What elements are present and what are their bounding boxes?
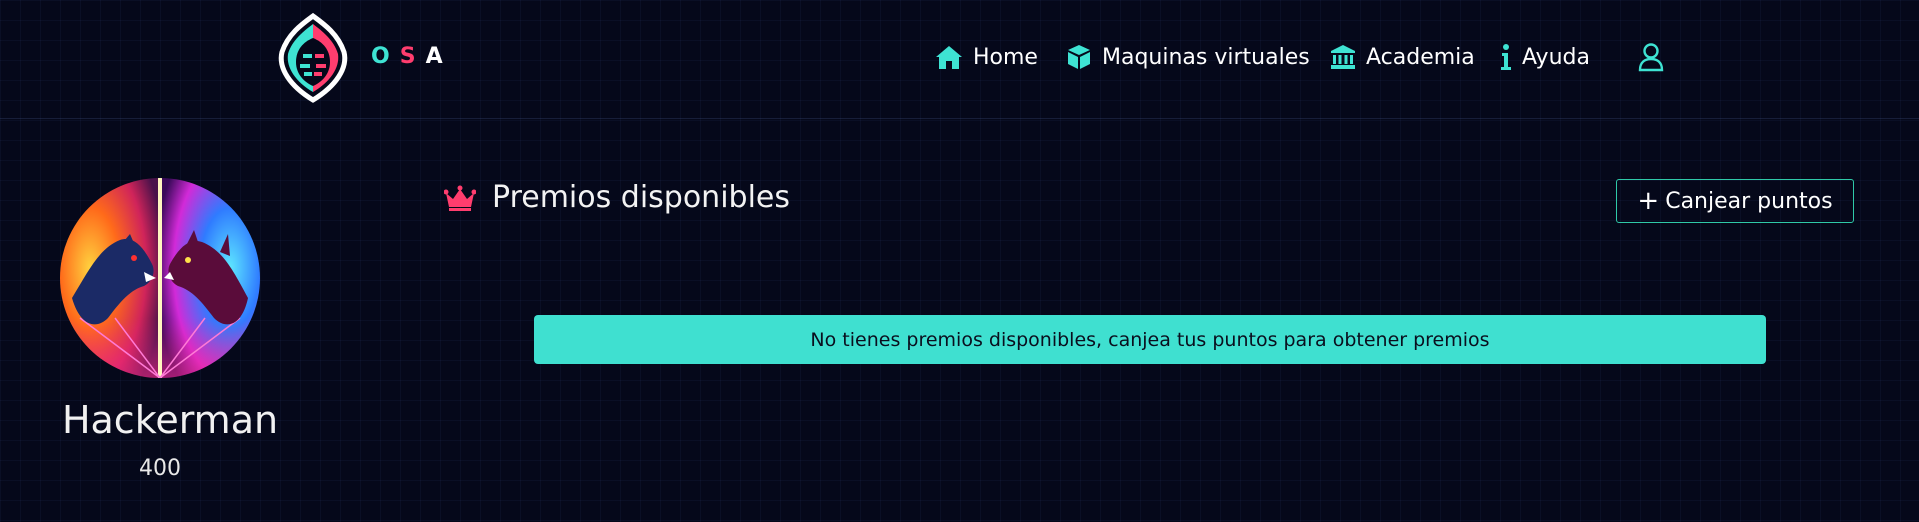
- avatar[interactable]: [60, 178, 260, 378]
- empty-rewards-alert: No tienes premios disponibles, canjea tu…: [534, 315, 1766, 364]
- plus-icon: +: [1637, 186, 1660, 216]
- profile-points: 400: [139, 456, 181, 481]
- rewards-section-title: Premios disponibles: [444, 180, 790, 215]
- empty-rewards-message: No tienes premios disponibles, canjea tu…: [810, 328, 1490, 351]
- user-profile-button[interactable]: [1637, 42, 1665, 72]
- cube-icon: [1068, 45, 1090, 69]
- brand-name[interactable]: O S A: [371, 44, 445, 69]
- crown-icon: [444, 185, 476, 211]
- bank-icon: [1331, 45, 1355, 69]
- nav-maquinas-virtuales[interactable]: Maquinas virtuales: [1066, 40, 1310, 74]
- redeem-points-button[interactable]: + Canjear puntos: [1616, 179, 1854, 223]
- home-icon: [936, 46, 962, 69]
- brand-letter-o: O: [371, 44, 392, 69]
- nav-academia[interactable]: Academia: [1330, 40, 1475, 74]
- top-navbar: O S A Home Maquinas virtuales Academia A…: [0, 0, 1919, 119]
- nav-home-label: Home: [973, 44, 1038, 70]
- nav-ayuda[interactable]: Ayuda: [1500, 40, 1590, 74]
- rewards-title: Premios disponibles: [492, 180, 790, 215]
- nav-maquinas-virtuales-label: Maquinas virtuales: [1102, 44, 1310, 70]
- profile-username: Hackerman: [61, 398, 279, 442]
- brand-letter-a: A: [425, 44, 445, 69]
- nav-home[interactable]: Home: [935, 40, 1038, 74]
- nav-academia-label: Academia: [1366, 44, 1475, 70]
- user-icon: [1638, 43, 1664, 72]
- hooded-hacker-logo[interactable]: [276, 12, 350, 104]
- brand-letter-s: S: [399, 44, 418, 69]
- nav-ayuda-label: Ayuda: [1522, 44, 1590, 70]
- redeem-points-label: Canjear puntos: [1665, 188, 1833, 214]
- info-icon: [1501, 44, 1511, 70]
